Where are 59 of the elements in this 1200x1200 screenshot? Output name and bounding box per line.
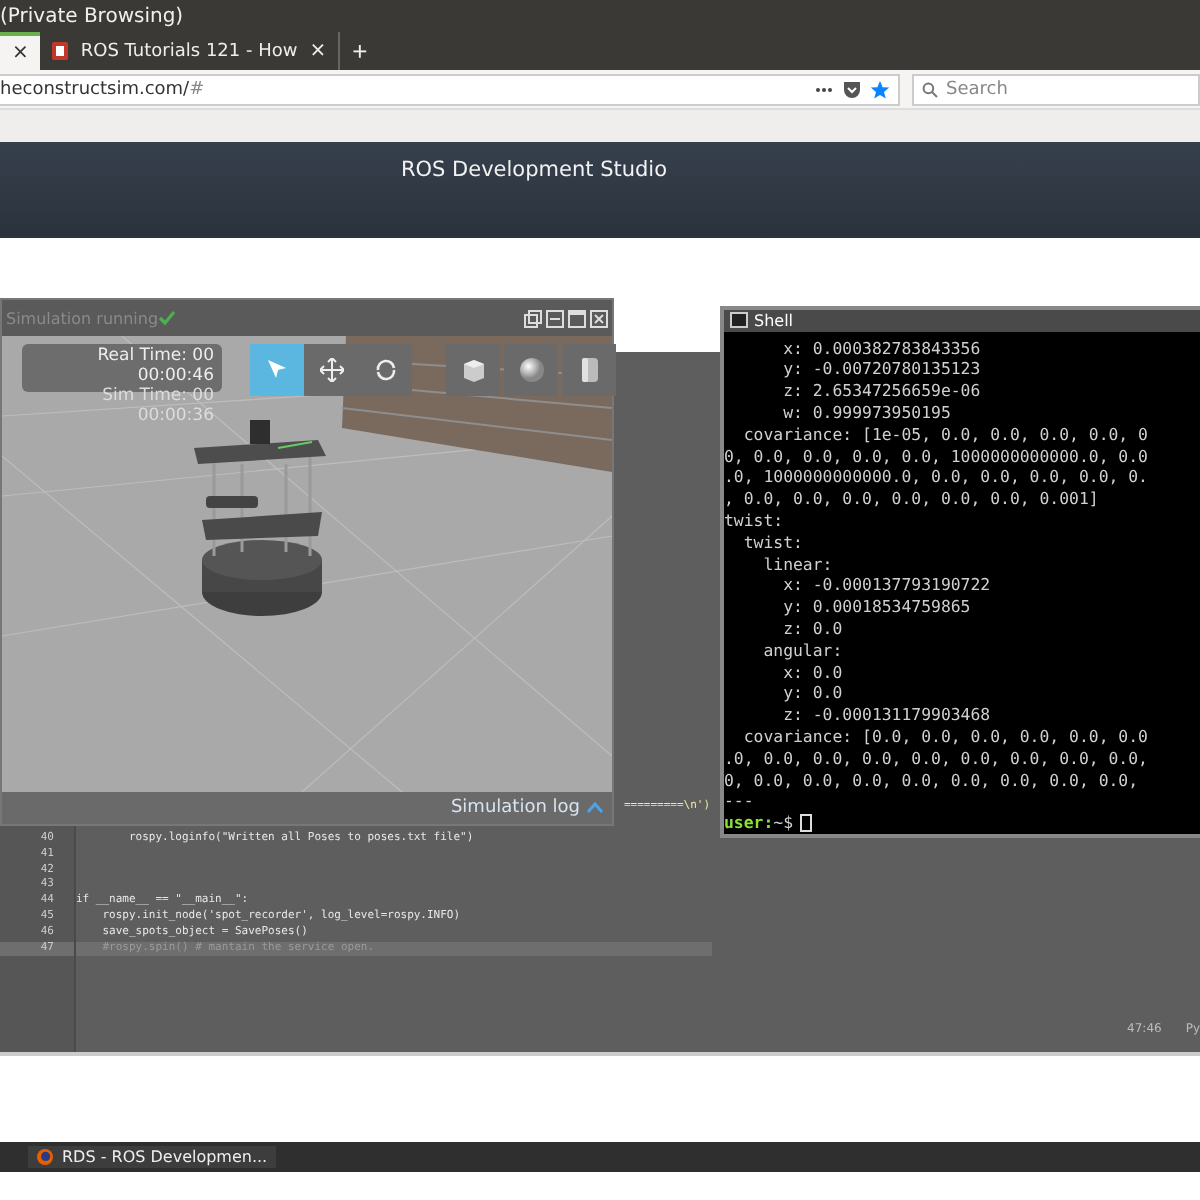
pointer-icon xyxy=(265,358,289,382)
taskbar-item[interactable]: RDS - ROS Developmen... xyxy=(28,1146,276,1168)
address-field[interactable]: heconstructsim.com/# xyxy=(0,73,900,105)
maximize-icon[interactable] xyxy=(568,309,586,327)
terminal-line: 0, 0.0, 0.0, 0.0, 0.0, 1000000000000.0, 0.0 xyxy=(724,445,1148,466)
terminal-line: covariance: [0.0, 0.0, 0.0, 0.0, 0.0, 0.0 xyxy=(741,726,1148,747)
terminal-line: z: 2.65347256659e-06 xyxy=(781,380,981,401)
terminal-line: w: 0.999973950195 xyxy=(781,402,951,423)
rotate-icon xyxy=(373,358,397,382)
cylinder-tool-button[interactable] xyxy=(562,344,616,396)
browser-tab[interactable]: × xyxy=(0,32,41,70)
app-title: ROS Development Studio xyxy=(400,158,668,186)
browser-icon xyxy=(36,1148,54,1166)
terminal-line: , 0.0, 0.0, 0.0, 0.0, 0.0, 0.0, 0.001] xyxy=(724,488,1099,509)
move-tool-button[interactable] xyxy=(304,344,358,396)
shell-prompt: user:~$ xyxy=(724,812,794,834)
search-icon xyxy=(922,81,938,97)
terminal-line: z: 0.0 xyxy=(781,618,843,639)
cube-icon xyxy=(459,356,487,384)
terminal-line: angular: xyxy=(761,639,843,660)
window-title: (Private Browsing) xyxy=(0,5,184,27)
terminal-line: .0, 1000000000000.0, 0.0, 0.0, 0.0, 0.0, 0. xyxy=(724,466,1148,487)
terminal-line: z: -0.000131179903468 xyxy=(781,704,991,725)
cylinder-icon xyxy=(579,356,599,384)
terminal-line: y: 0.00018534759865 xyxy=(781,596,971,617)
close-icon[interactable] xyxy=(590,309,608,327)
sim-time-label: Sim Time: 00 xyxy=(102,386,214,406)
terminal-line: x: 0.0 xyxy=(781,661,843,682)
search-field[interactable]: Search xyxy=(912,73,1200,105)
shell-title: Shell xyxy=(754,311,794,330)
simulation-log-button[interactable]: Simulation log xyxy=(450,798,604,818)
terminal-line: .0, 0.0, 0.0, 0.0, 0.0, 0.0, 0.0, 0.0, 0.0, xyxy=(724,747,1148,768)
box-tool-button[interactable] xyxy=(446,344,500,396)
terminal-line: twist: xyxy=(724,510,784,531)
minimize-icon[interactable] xyxy=(546,309,564,327)
terminal-icon xyxy=(730,312,748,329)
terminal-line: y: 0.0 xyxy=(781,682,843,703)
sphere-tool-button[interactable] xyxy=(504,344,558,396)
terminal-line: --- xyxy=(724,790,754,811)
sphere-icon xyxy=(517,356,545,384)
favicon-icon xyxy=(52,42,69,60)
terminal-line: y: -0.00720780135123 xyxy=(781,358,981,379)
real-time-label: Real Time: 00 xyxy=(97,346,214,366)
pocket-icon[interactable] xyxy=(842,79,862,99)
check-icon xyxy=(158,310,177,326)
rotate-tool-button[interactable] xyxy=(358,344,412,396)
restore-icon[interactable] xyxy=(524,309,542,327)
terminal-line: covariance: [1e-05, 0.0, 0.0, 0.0, 0.0, 0 xyxy=(741,423,1148,444)
browser-tab[interactable]: ROS Tutorials 121 - How × xyxy=(40,32,339,70)
text-cursor xyxy=(799,814,812,833)
move-icon xyxy=(319,358,343,382)
terminal-line: linear: xyxy=(761,553,833,574)
terminal-line: 0, 0.0, 0.0, 0.0, 0.0, 0.0, 0.0, 0.0, 0.0, xyxy=(724,769,1139,790)
terminal-line: x: 0.000382783843356 xyxy=(781,337,981,358)
terminal-line: twist: xyxy=(741,531,803,552)
real-time-value: 00:00:46 xyxy=(137,366,214,386)
terminal-line: x: -0.000137793190722 xyxy=(781,574,991,595)
chevron-icon xyxy=(586,802,604,814)
star-icon[interactable] xyxy=(870,79,890,99)
